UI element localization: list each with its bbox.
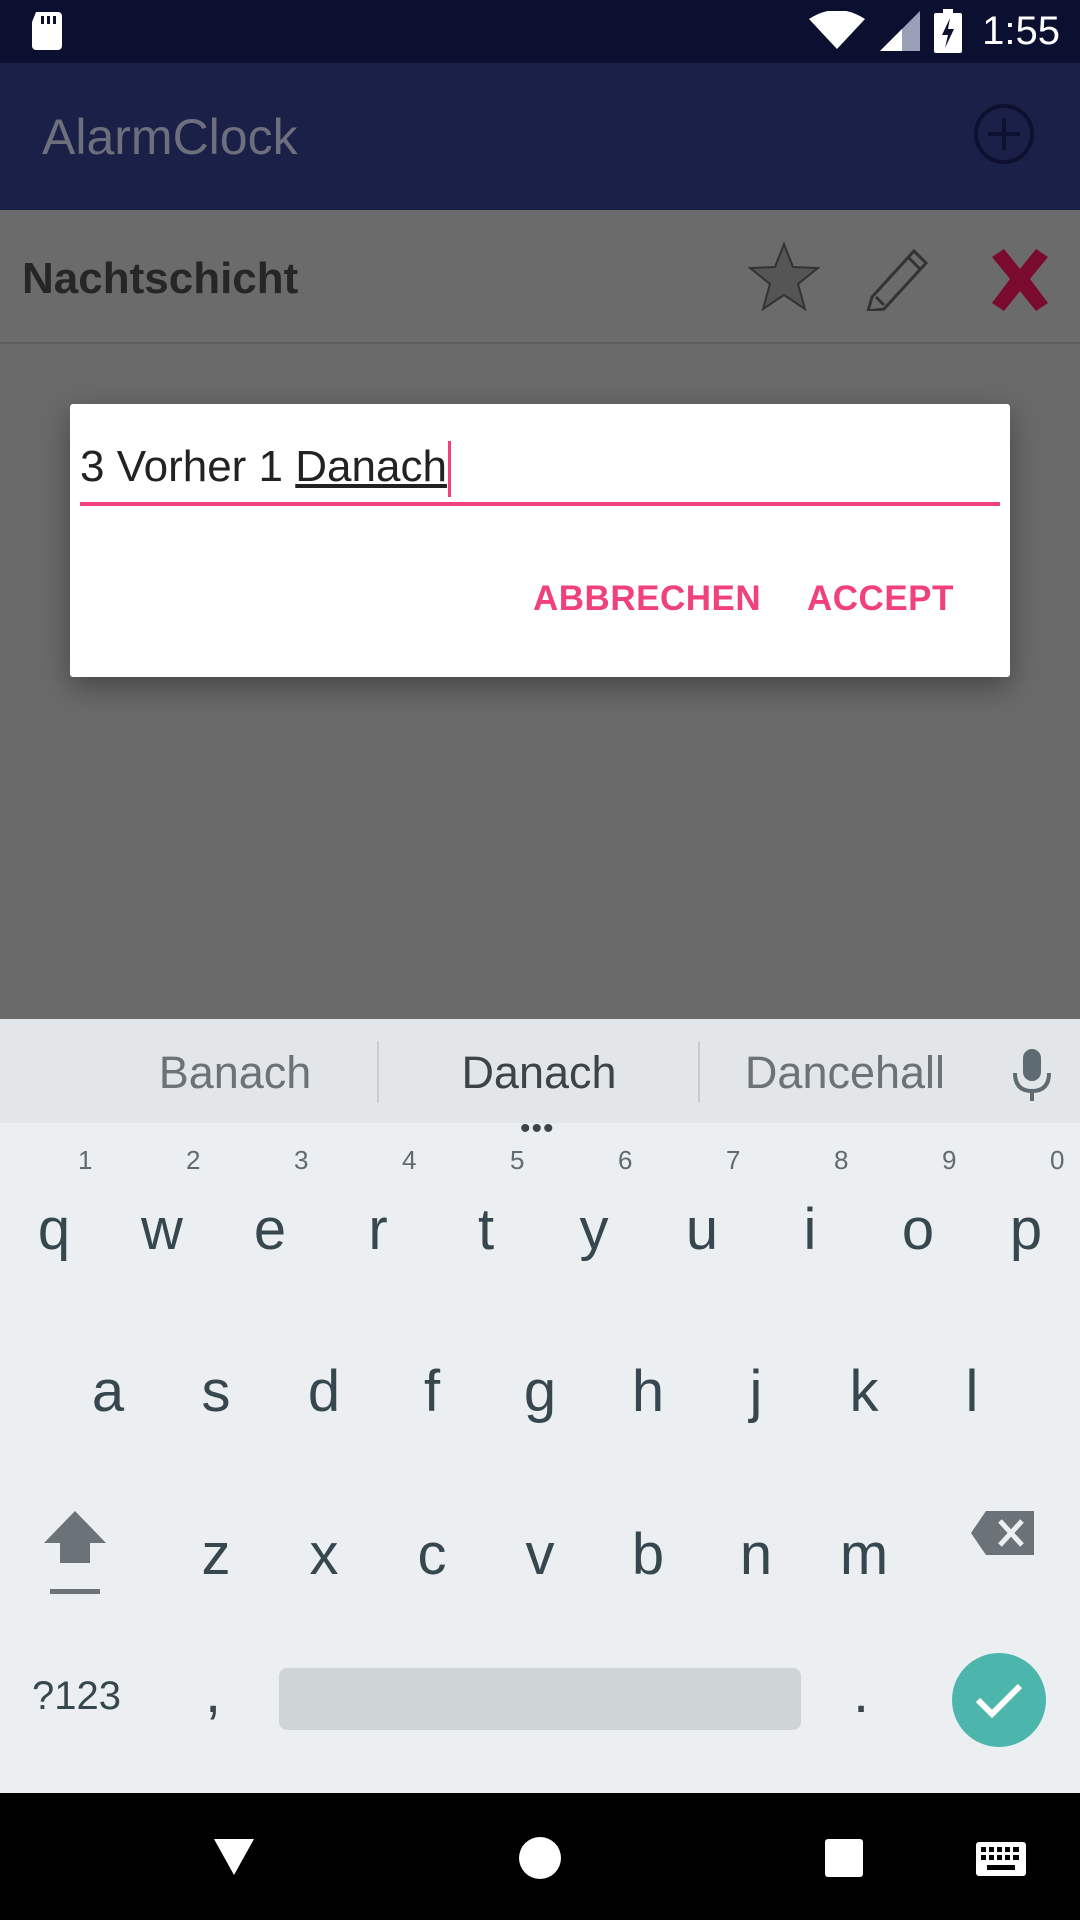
key-a[interactable]: a [54,1316,162,1466]
plus-circle-icon[interactable] [973,103,1035,165]
suggestion-strip: Banach Danach Dancehall ••• [0,1019,1080,1145]
key-x[interactable]: x [270,1479,378,1629]
key-q[interactable]: q [0,1154,108,1304]
text-cursor [447,441,451,498]
key-hint: 0 [1050,1145,1065,1175]
status-bar: 1:55 [0,0,1080,63]
navigation-bar [0,1793,1080,1920]
key-j[interactable]: j [702,1316,810,1466]
pencil-icon[interactable] [864,239,936,311]
key-hint: 7 [726,1145,741,1175]
key-hint: 6 [618,1145,633,1175]
key-g[interactable]: g [486,1316,594,1466]
key-k[interactable]: k [810,1316,918,1466]
signal-icon [880,11,921,51]
key-p[interactable]: p [972,1154,1080,1304]
input-text: 3 Vorher 1 [80,442,296,491]
key-e[interactable]: e [216,1154,324,1304]
backspace-icon[interactable] [970,1509,1036,1557]
delete-x-icon[interactable] [984,245,1056,317]
key-c[interactable]: c [378,1479,486,1629]
back-icon[interactable] [212,1837,256,1877]
key-l[interactable]: l [918,1316,1026,1466]
symbols-key[interactable]: ?123 [32,1674,121,1719]
key-f[interactable]: f [378,1316,486,1466]
battery-charging-icon [934,9,963,53]
key-r[interactable]: r [324,1154,432,1304]
key-hint: 4 [402,1145,417,1175]
microphone-icon[interactable] [1010,1047,1054,1103]
comma-key[interactable]: , [205,1659,221,1726]
key-n[interactable]: n [702,1479,810,1629]
suggestion-center[interactable]: Danach [400,1047,678,1099]
key-h[interactable]: h [594,1316,702,1466]
wifi-icon [809,11,866,49]
key-hint: 9 [942,1145,957,1175]
key-s[interactable]: s [162,1316,270,1466]
key-t[interactable]: t [432,1154,540,1304]
key-y[interactable]: y [540,1154,648,1304]
rename-dialog: 3 Vorher 1 Danach ABBRECHEN ACCEPT [70,404,1010,677]
app-title: AlarmClock [42,109,298,165]
key-i[interactable]: i [756,1154,864,1304]
alarm-title: Nachtschicht [22,254,299,303]
key-w[interactable]: w [108,1154,216,1304]
key-o[interactable]: o [864,1154,972,1304]
home-icon[interactable] [518,1836,562,1880]
key-m[interactable]: m [810,1479,918,1629]
suggestion-divider [377,1041,379,1103]
input-composing-text: Danach [295,442,447,491]
key-hint: 5 [510,1145,525,1175]
suggestion-left[interactable]: Banach [100,1047,370,1099]
sd-card-icon [32,12,62,50]
suggestion-right[interactable]: Dancehall [715,1047,975,1099]
name-input[interactable]: 3 Vorher 1 Danach [80,432,1000,506]
recents-icon[interactable] [824,1838,864,1878]
star-icon[interactable] [748,241,820,313]
key-v[interactable]: v [486,1479,594,1629]
enter-key[interactable] [952,1653,1046,1747]
suggestion-divider [698,1041,700,1103]
key-hint: 1 [78,1145,93,1175]
app-bar: AlarmClock [0,63,1080,210]
key-b[interactable]: b [594,1479,702,1629]
keyboard-switch-icon[interactable] [975,1841,1027,1877]
status-time: 1:55 [982,8,1060,53]
key-hint: 2 [186,1145,201,1175]
space-bar[interactable] [279,1668,801,1730]
soft-keyboard: Banach Danach Dancehall ••• q w e r t y … [0,1019,1080,1793]
key-u[interactable]: u [648,1154,756,1304]
key-hint: 3 [294,1145,309,1175]
cancel-button[interactable]: ABBRECHEN [533,579,761,619]
key-z[interactable]: z [162,1479,270,1629]
key-d[interactable]: d [270,1316,378,1466]
shift-icon[interactable] [40,1507,110,1597]
key-hint: 8 [834,1145,849,1175]
accept-button[interactable]: ACCEPT [807,579,954,619]
more-suggestions-dots: ••• [520,1112,555,1145]
period-key[interactable]: . [853,1659,869,1726]
checkmark-icon [975,1683,1023,1719]
